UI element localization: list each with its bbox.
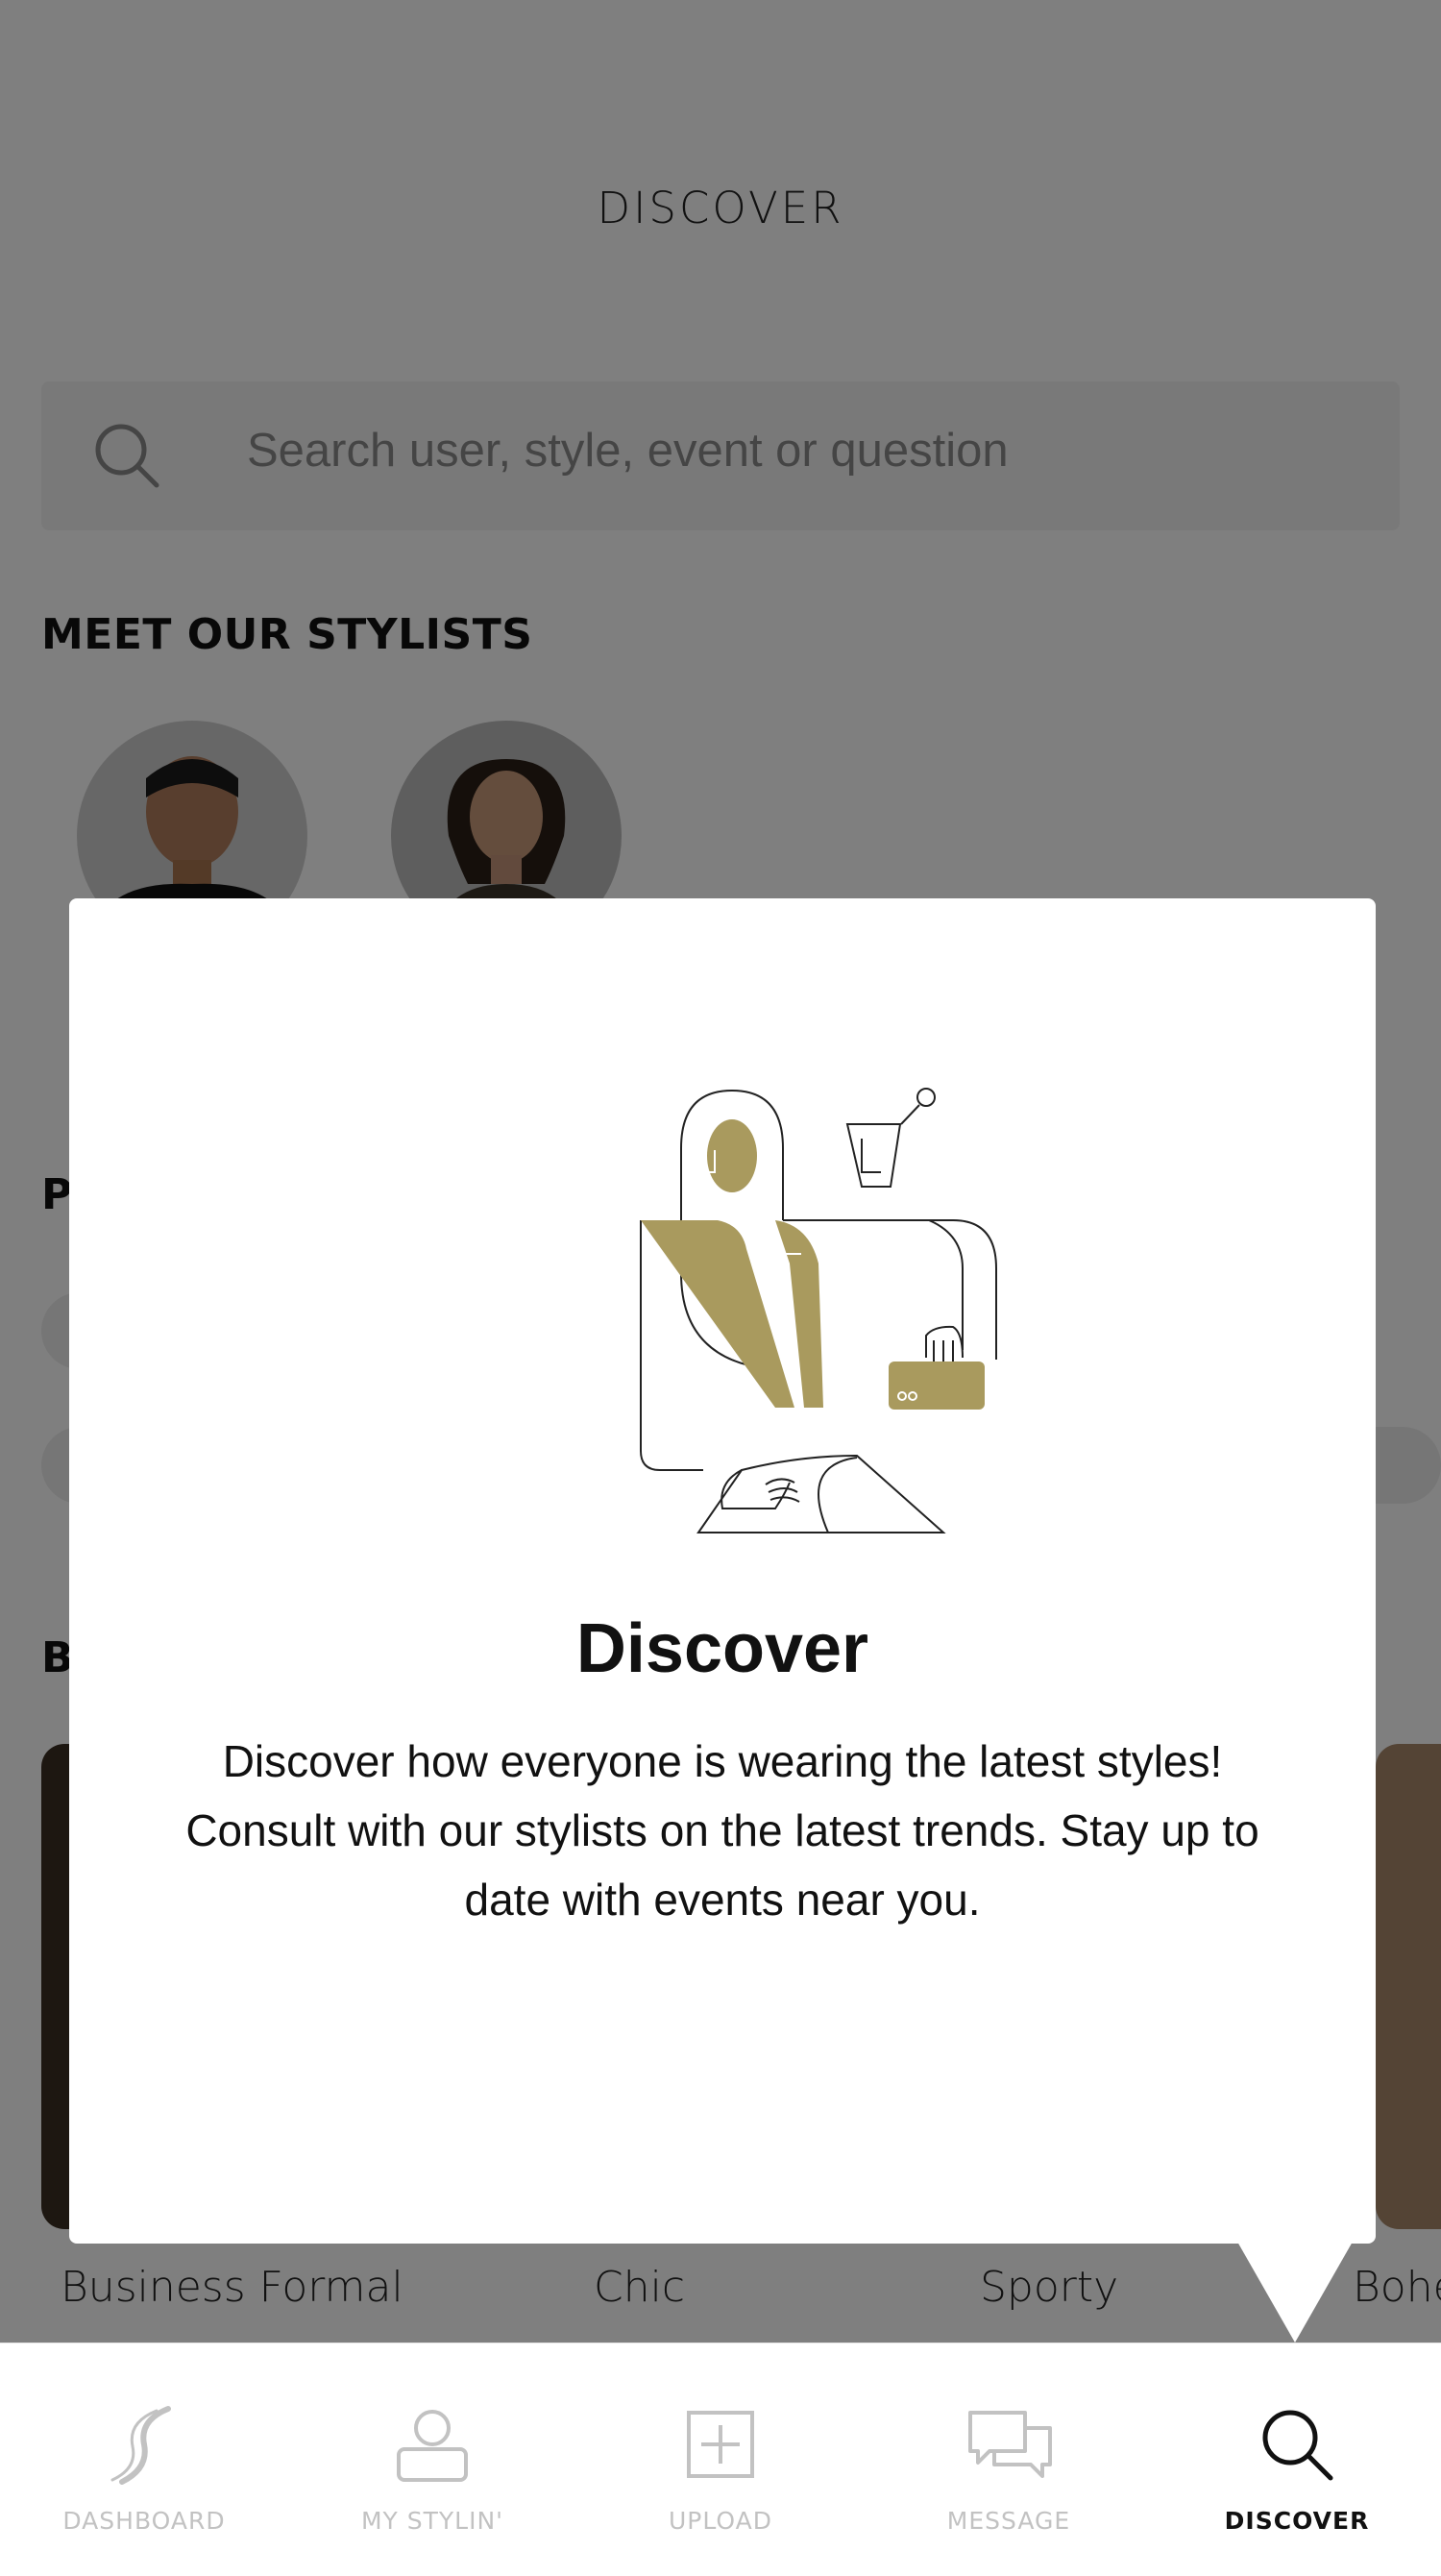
tab-my-stylin[interactable]: MY STYLIN': [288, 2343, 576, 2576]
tab-label: MY STYLIN': [360, 2507, 504, 2535]
message-icon: [968, 2411, 1052, 2478]
profile-icon: [397, 2410, 468, 2482]
modal-description: Discover how everyone is wearing the lat…: [185, 1736, 1259, 1925]
tab-label: DISCOVER: [1224, 2507, 1370, 2535]
tooltip-pointer: [1237, 2242, 1353, 2343]
tab-dashboard[interactable]: DASHBOARD: [0, 2343, 288, 2576]
tab-message[interactable]: MESSAGE: [865, 2343, 1153, 2576]
tab-label: MESSAGE: [946, 2507, 1071, 2535]
discover-tooltip-modal: Discover Discover how everyone is wearin…: [69, 898, 1376, 2244]
tab-discover[interactable]: DISCOVER: [1153, 2343, 1441, 2576]
tab-label: UPLOAD: [668, 2507, 772, 2535]
bottom-tab-bar: DASHBOARD MY STYLIN' UPLOAD MESSAGE DISC…: [0, 2343, 1441, 2576]
upload-icon: [687, 2411, 754, 2478]
stylin-logo-icon: [110, 2406, 171, 2485]
search-icon: [1262, 2410, 1333, 2481]
modal-title: Discover: [575, 1610, 869, 1687]
tab-upload[interactable]: UPLOAD: [576, 2343, 865, 2576]
tab-label: DASHBOARD: [62, 2507, 226, 2535]
stylist-illustration: [640, 1088, 997, 1533]
